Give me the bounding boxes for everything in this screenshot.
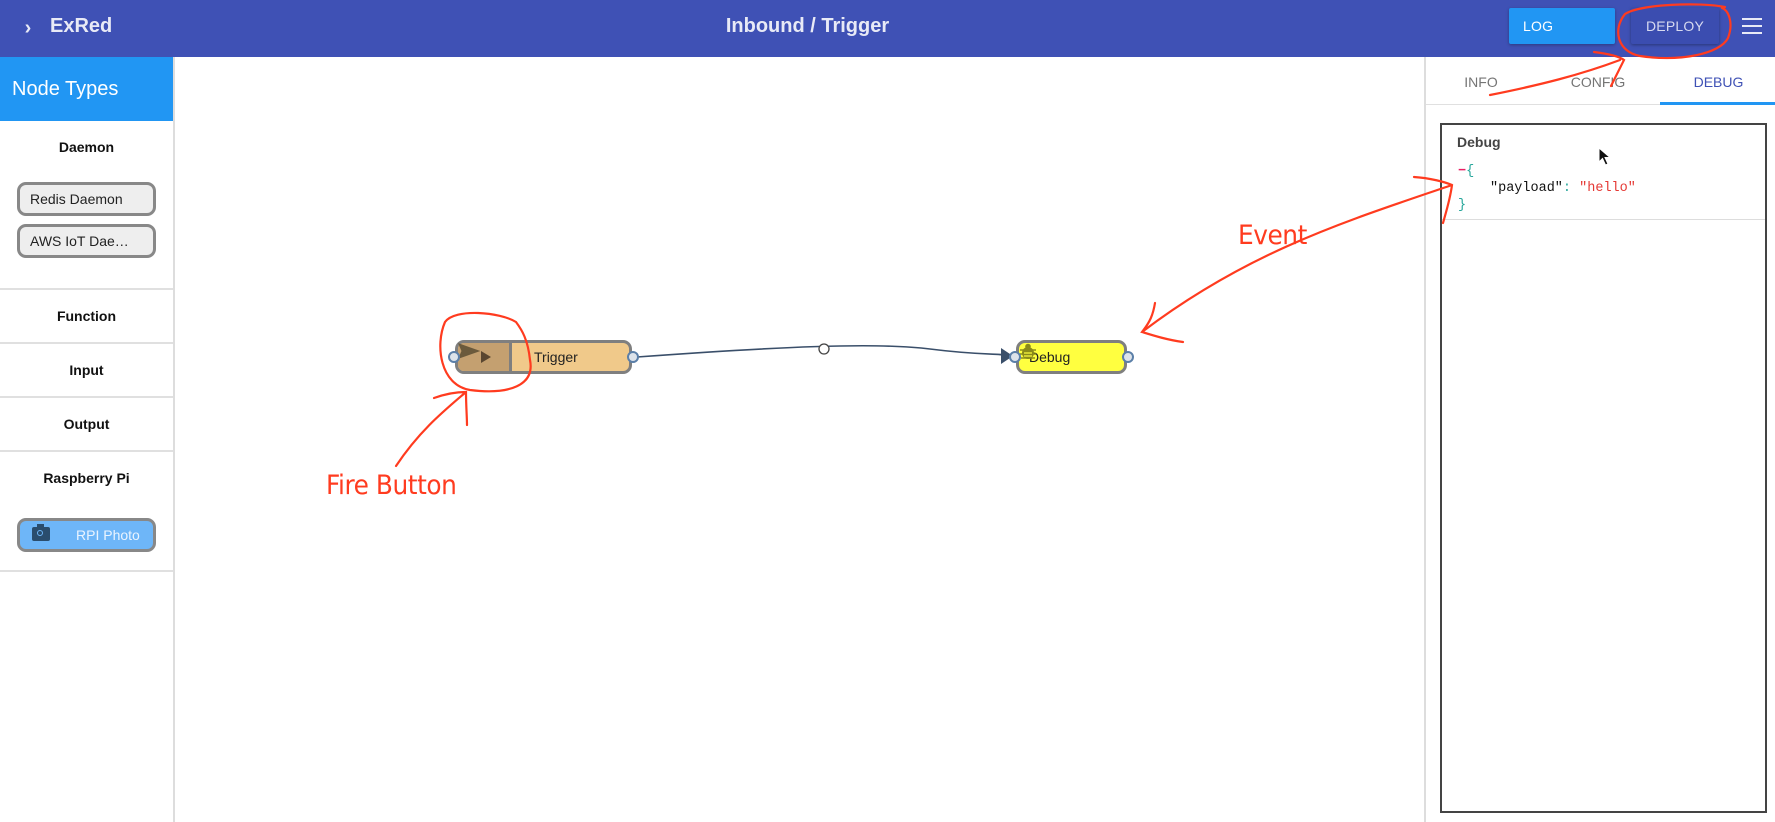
right-panel: INFO CONFIG DEBUG Debug −{ "payload": "h… xyxy=(1424,57,1775,822)
mouse-cursor-icon xyxy=(1598,147,1612,166)
category-title[interactable]: Input xyxy=(0,344,173,396)
sidebar-title: Node Types xyxy=(0,57,173,121)
input-port[interactable] xyxy=(1009,351,1021,363)
json-close-brace: } xyxy=(1458,198,1467,213)
tab-debug[interactable]: DEBUG xyxy=(1660,57,1775,105)
category-title[interactable]: Raspberry Pi xyxy=(0,452,173,504)
debug-node[interactable]: Debug xyxy=(1009,340,1134,374)
palette-node-redis-daemon[interactable]: Redis Daemon xyxy=(17,182,156,216)
palette-node-label: RPI Photo xyxy=(76,527,140,543)
log-state-button[interactable]: LOG STATE xyxy=(1509,8,1615,70)
json-colon: : xyxy=(1562,181,1572,196)
tab-info[interactable]: INFO xyxy=(1426,57,1536,105)
output-port[interactable] xyxy=(1122,351,1134,363)
json-value: "hello" xyxy=(1579,181,1636,196)
debug-message: −{ "payload": "hello" } xyxy=(1442,163,1765,220)
flow-canvas[interactable]: Trigger Debug xyxy=(175,57,1424,822)
node-types-sidebar: Node Types Daemon Redis Daemon AWS IoT D… xyxy=(0,57,175,822)
deploy-button[interactable]: DEPLOY xyxy=(1631,8,1719,44)
category-title[interactable]: Daemon xyxy=(0,121,173,173)
wire-midpoint-handle[interactable] xyxy=(818,343,830,355)
app-header: › ExRed Inbound / Trigger LOG STATE DEPL… xyxy=(0,0,1775,70)
camera-icon xyxy=(32,524,50,541)
wire-layer xyxy=(636,343,1013,364)
output-port[interactable] xyxy=(627,351,639,363)
collapse-toggle[interactable]: − xyxy=(1458,164,1466,179)
category-title[interactable]: Output xyxy=(0,398,173,450)
annotation-label-fire-button: Fire Button xyxy=(326,470,457,501)
palette-node-rpi-photo[interactable]: RPI Photo xyxy=(17,518,156,552)
exred-app: › ExRed Inbound / Trigger LOG STATE DEPL… xyxy=(0,0,1775,822)
node-label: Trigger xyxy=(534,349,578,365)
panel-tabs: INFO CONFIG DEBUG xyxy=(1426,57,1775,105)
tab-config[interactable]: CONFIG xyxy=(1536,57,1660,105)
category-raspberry-pi: Raspberry Pi RPI Photo xyxy=(0,452,173,572)
category-input: Input xyxy=(0,344,173,398)
category-title[interactable]: Function xyxy=(0,290,173,342)
debug-log-panel: Debug −{ "payload": "hello" } xyxy=(1440,123,1767,813)
json-key: "payload" xyxy=(1490,181,1563,196)
palette-node-aws-iot-daemon[interactable]: AWS IoT Dae… xyxy=(17,224,156,258)
trigger-node[interactable]: Trigger xyxy=(448,340,639,374)
annotation-label-event: Event xyxy=(1238,220,1307,251)
hamburger-menu-icon[interactable] xyxy=(1742,18,1762,34)
category-function: Function xyxy=(0,290,173,344)
category-daemon: Daemon Redis Daemon AWS IoT Dae… xyxy=(0,121,173,290)
category-output: Output xyxy=(0,398,173,452)
input-port[interactable] xyxy=(448,351,460,363)
bug-icon xyxy=(1020,343,1036,359)
send-icon xyxy=(458,343,480,359)
page-title: Inbound / Trigger xyxy=(725,15,890,37)
json-open-brace: { xyxy=(1466,164,1475,179)
